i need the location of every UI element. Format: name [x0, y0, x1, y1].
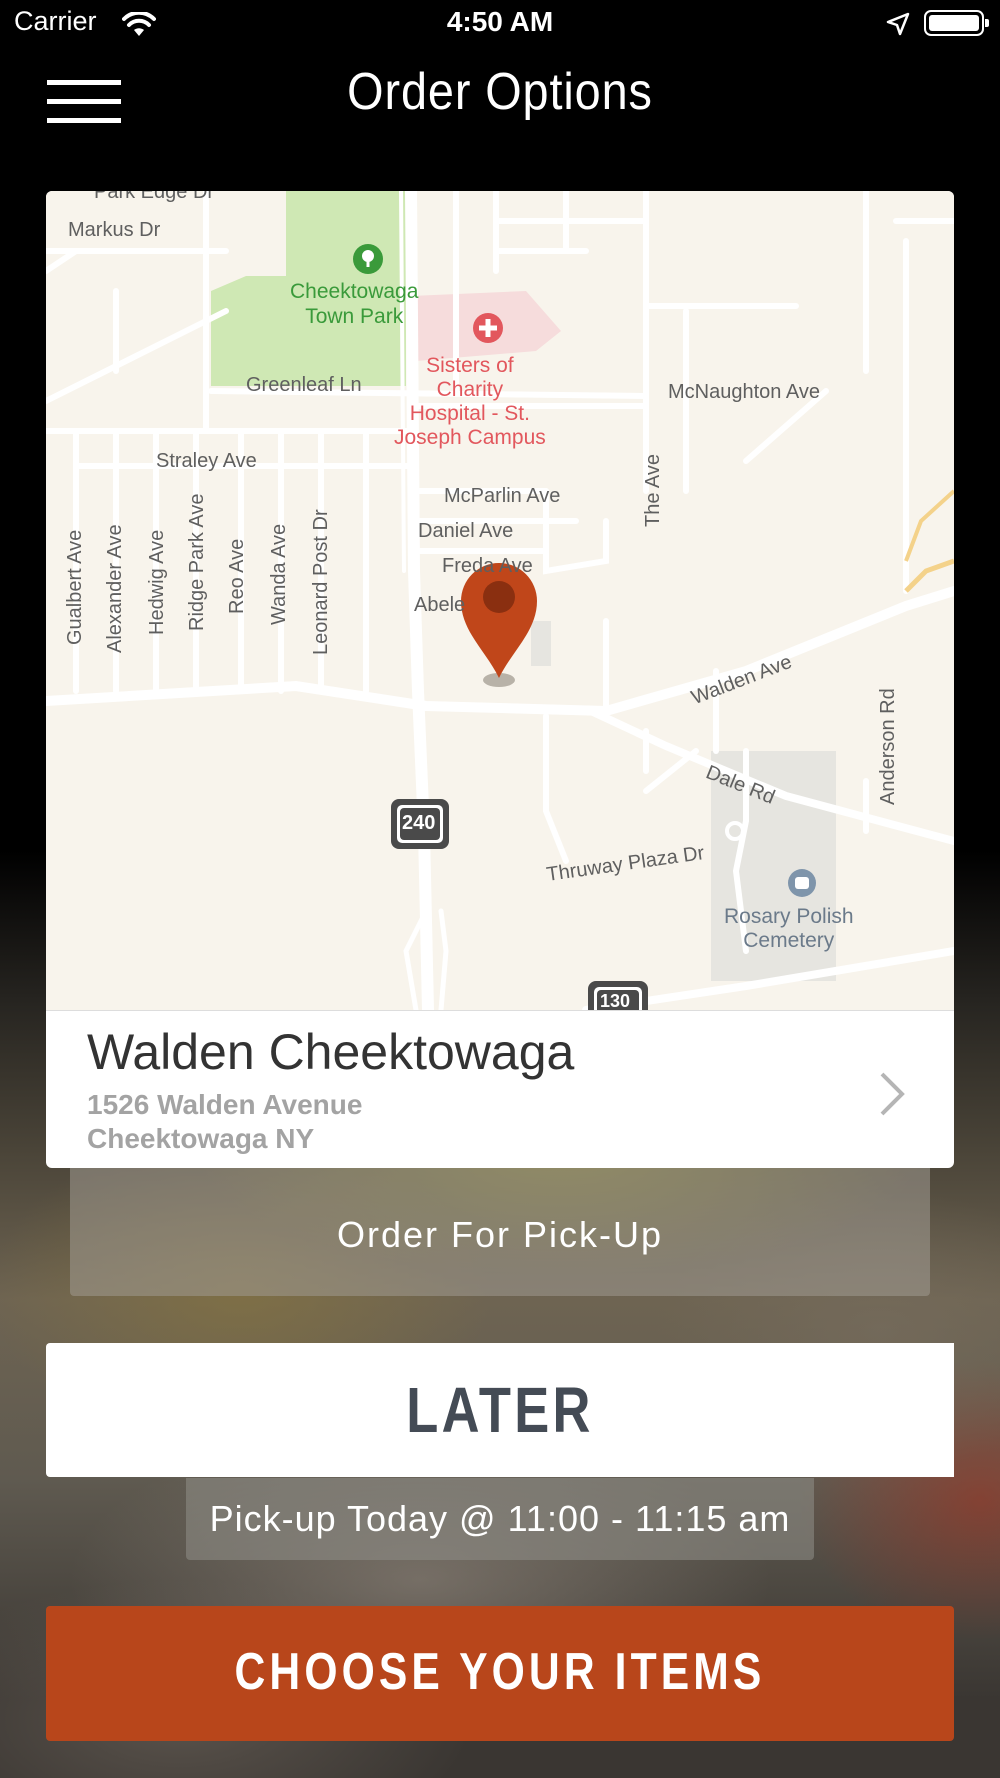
map-label-town-park: Cheektowaga Town Park [290, 280, 419, 328]
map-label-mcparlin: McParlin Ave [444, 485, 561, 507]
map-label-hedwig: Hedwig Ave [146, 529, 168, 635]
map-label-gualbert: Gualbert Ave [64, 529, 86, 645]
map-label-mcnaughton: McNaughton Ave [668, 381, 820, 403]
map-label-anderson: Anderson Rd [877, 688, 899, 805]
map-label-abele: Abele [414, 594, 466, 616]
route-240-label: 240 [402, 812, 436, 834]
map-label-straley: Straley Ave [156, 450, 257, 472]
route-130-label: 130 [600, 991, 631, 1011]
map-label-reo: Reo Ave [226, 538, 248, 614]
map-label-hospital: Sisters of Charity Hospital - St. Joseph… [394, 354, 546, 449]
pickup-time-panel[interactable]: Pick-up Today @ 11:00 - 11:15 am [186, 1478, 814, 1560]
battery-icon [924, 10, 989, 36]
store-map[interactable]: Park Edge Dr Markus Dr Cheektowaga Town … [46, 191, 954, 1011]
map-label-wanda: Wanda Ave [268, 523, 290, 625]
map-label-greenleaf: Greenleaf Ln [246, 374, 362, 396]
later-label: LATER [406, 1374, 594, 1446]
store-card: Park Edge Dr Markus Dr Cheektowaga Town … [46, 191, 954, 1168]
map-label-ridge-park: Ridge Park Ave [186, 493, 208, 632]
map-label-leonard-post: Leonard Post Dr [310, 509, 332, 655]
order-type-label: Order For Pick-Up [336, 1214, 664, 1255]
map-label-cemetery: Rosary Polish Cemetery [724, 905, 854, 952]
store-address-line1: 1526 Walden Avenue [87, 1089, 363, 1120]
map-label-park-edge: Park Edge Dr [94, 191, 215, 203]
choose-your-items-label: CHOOSE YOUR ITEMS [234, 1643, 766, 1701]
store-address-line2: Cheektowaga NY [87, 1123, 315, 1154]
store-info-row[interactable]: Walden Cheektowaga 1526 Walden Avenue Ch… [46, 1010, 954, 1168]
location-arrow-icon [886, 12, 910, 40]
pickup-time-label: Pick-up Today @ 11:00 - 11:15 am [209, 1498, 791, 1539]
map-label-daniel: Daniel Ave [418, 520, 514, 542]
map-label-markus: Markus Dr [68, 219, 161, 241]
map-label-the-ave: The Ave [642, 453, 664, 527]
store-location-pin-icon [461, 563, 537, 687]
page-title: Order Options [347, 63, 653, 121]
map-label-alexander: Alexander Ave [104, 524, 126, 653]
choose-your-items-button[interactable]: CHOOSE YOUR ITEMS [46, 1606, 954, 1741]
store-name: Walden Cheektowaga [87, 1024, 575, 1080]
order-type-selector[interactable]: Order For Pick-Up [70, 1168, 930, 1296]
status-time: 4:50 AM [446, 6, 554, 37]
status-bar: Carrier 4:50 AM [0, 0, 1000, 50]
map-label-freda: Freda Ave [442, 555, 533, 577]
chevron-right-icon [878, 1071, 906, 1121]
later-button[interactable]: LATER [46, 1343, 954, 1477]
